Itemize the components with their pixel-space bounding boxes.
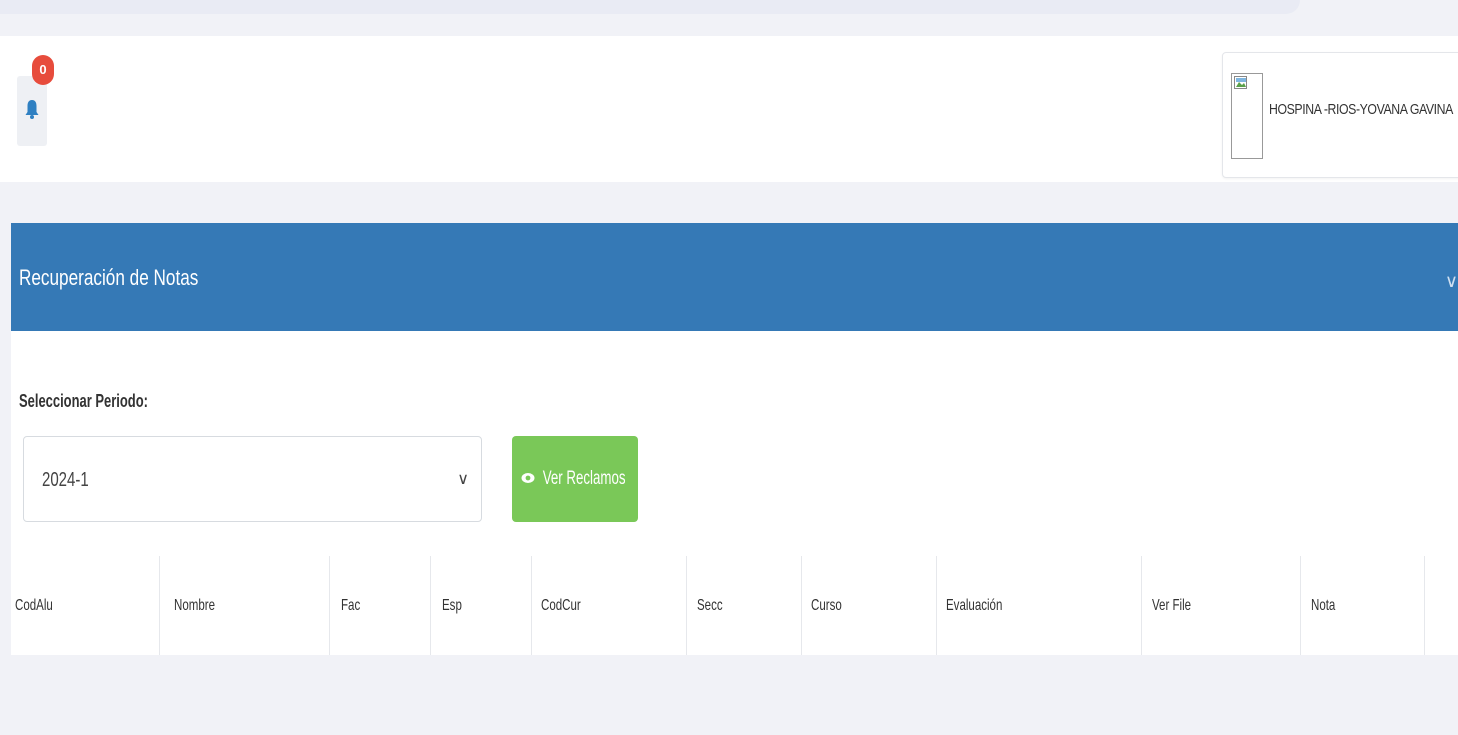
column-header-evaluacion[interactable]: Evaluación [942, 556, 1141, 655]
column-header-fac[interactable]: Fac [337, 556, 430, 655]
column-header-codalu[interactable]: CodAlu [11, 556, 159, 655]
broken-image-icon [1231, 73, 1263, 159]
column-header-curso[interactable]: Curso [807, 556, 936, 655]
column-divider [1300, 556, 1301, 655]
column-header-secc[interactable]: Secc [693, 556, 801, 655]
column-header-nota[interactable]: Nota [1307, 556, 1424, 655]
column-divider [329, 556, 330, 655]
period-selected-value: 2024-1 [42, 469, 89, 491]
bell-icon [25, 98, 39, 125]
column-divider [159, 556, 160, 655]
notification-count-badge: 0 [32, 55, 54, 85]
eye-icon [521, 471, 535, 487]
period-label: Seleccionar Periodo: [19, 391, 148, 411]
panel-title: Recuperación de Notas [19, 265, 199, 290]
period-select[interactable]: 2024-1 ∨ [23, 436, 482, 522]
user-menu[interactable]: HOSPINA -RIOS-YOVANA GAVINA [1222, 52, 1458, 178]
chevron-down-icon: ∨ [457, 471, 469, 488]
column-header-esp[interactable]: Esp [438, 556, 531, 655]
column-divider [1424, 556, 1425, 655]
ver-reclamos-label: Ver Reclamos [542, 468, 626, 489]
column-divider [686, 556, 687, 655]
user-name: HOSPINA -RIOS-YOVANA GAVINA [1269, 101, 1453, 118]
panel-header[interactable]: Recuperación de Notas ∨ [11, 223, 1458, 331]
column-header-codcur[interactable]: CodCur [537, 556, 686, 655]
column-divider [801, 556, 802, 655]
column-divider [430, 556, 431, 655]
column-divider [1141, 556, 1142, 655]
column-divider [936, 556, 937, 655]
top-strip [0, 0, 1300, 14]
notifications-button[interactable] [17, 76, 47, 146]
table-body-empty [11, 655, 1458, 735]
ver-reclamos-button[interactable]: Ver Reclamos [512, 436, 638, 522]
column-header-ver-file[interactable]: Ver File [1148, 556, 1300, 655]
reclamos-table: CodAlu Nombre Fac Esp CodCur Secc Curso … [11, 556, 1458, 655]
column-divider [531, 556, 532, 655]
panel-body: Seleccionar Periodo: 2024-1 ∨ Ver Reclam… [11, 331, 1458, 655]
chevron-down-icon[interactable]: ∨ [1445, 271, 1458, 292]
column-header-nombre[interactable]: Nombre [170, 556, 329, 655]
